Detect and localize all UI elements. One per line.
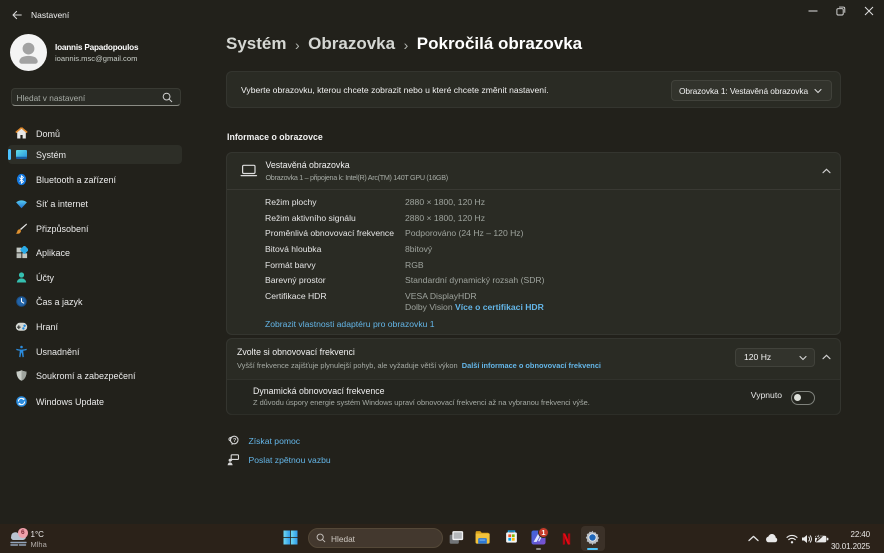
svg-text:?: ? [233,438,237,444]
